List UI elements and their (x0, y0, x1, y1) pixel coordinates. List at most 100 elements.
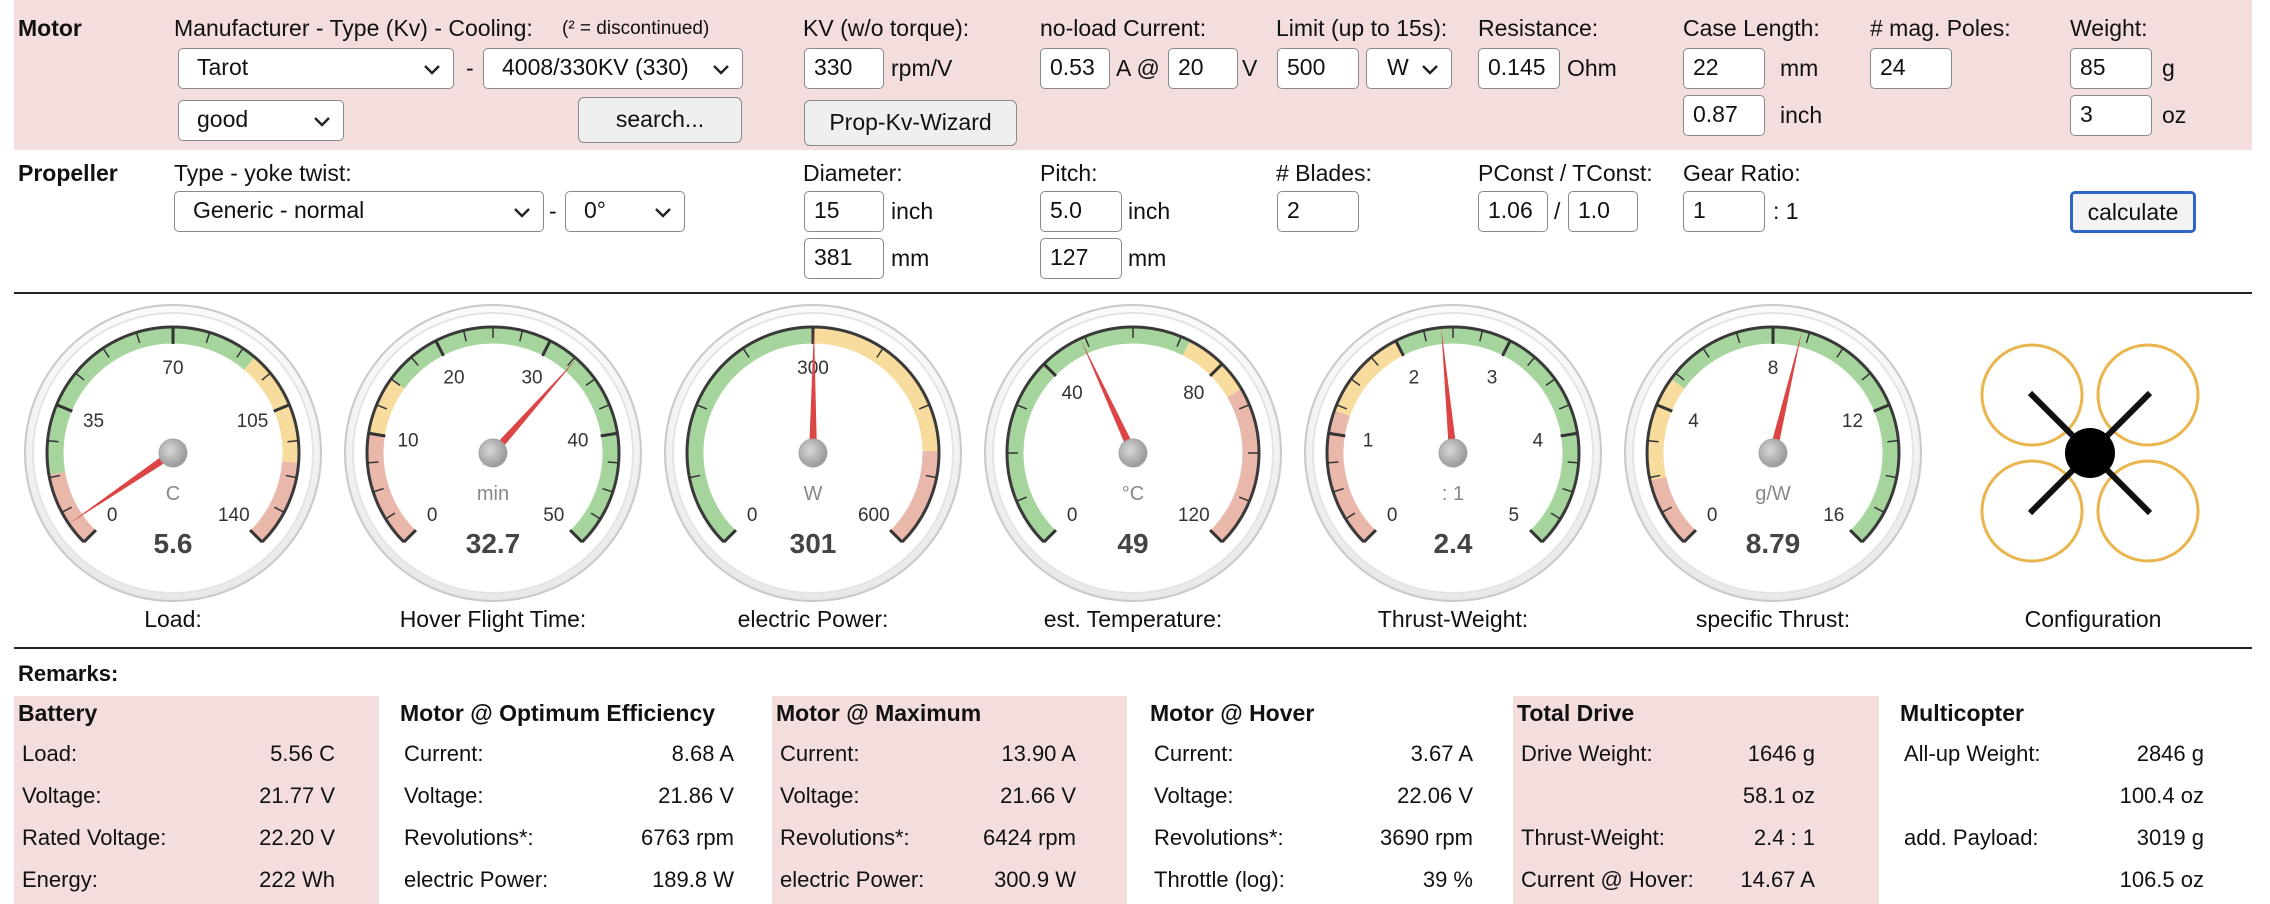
remarks-multicopter-title: Multicopter (1900, 700, 2024, 726)
gauge-tick-label: 120 (1178, 505, 1210, 526)
gauge-minor-tick (607, 461, 619, 464)
gauge-label-hover-flight-time: Hover Flight Time: (399, 606, 587, 632)
gauge-tick-label: 80 (1183, 383, 1204, 404)
gauge-minor-tick (1327, 461, 1339, 464)
gauge-5: 0 4 8 12 16 g/W 8.79 (1624, 304, 1922, 602)
chevron-down-icon (1422, 65, 1438, 75)
diameter-mm-unit: mm (891, 245, 930, 271)
case-length-mm-input[interactable]: 22 (1683, 48, 1765, 89)
mag-poles-input[interactable]: 24 (1870, 48, 1952, 89)
quadcopter-x-icon[interactable] (1980, 343, 2200, 563)
gauge-tick-label: 50 (543, 505, 564, 526)
gauge-unit: : 1 (1442, 483, 1464, 505)
gauge-value: 2.4 (1434, 528, 1473, 559)
limit-label: Limit (up to 15s): (1276, 15, 1448, 41)
kv-input[interactable]: 330 (804, 48, 884, 89)
cooling-select[interactable]: good (178, 100, 344, 141)
manufacturer-select[interactable]: Tarot (178, 48, 454, 89)
gauge-minor-tick (1567, 461, 1579, 464)
remarks-row-value: 13.90 A (1001, 741, 1076, 766)
gauge-tick-label: 1 (1363, 431, 1374, 452)
prop-type-separator: - (549, 198, 557, 224)
remarks-row-value: 3019 g (2136, 825, 2204, 850)
remarks-row-value: 189.8 W (652, 867, 734, 892)
gauge-unit: g/W (1755, 483, 1791, 505)
gauge-label-electric-power: electric Power: (737, 606, 889, 632)
remarks-row-value: 21.77 V (259, 783, 335, 808)
remarks-row-value: 5.56 C (270, 741, 335, 766)
pconst-input[interactable]: 1.06 (1478, 191, 1548, 232)
remarks-row-key: Current: (1154, 741, 1234, 766)
tconst-input[interactable]: 1.0 (1568, 191, 1638, 232)
motor-section-label: Motor (18, 15, 82, 41)
gauge-unit: W (804, 483, 823, 505)
gauge-hub (1118, 438, 1148, 468)
frame-center (2065, 428, 2115, 478)
gauge-label-thrust-weight: Thrust-Weight: (1377, 606, 1529, 632)
yoke-twist-select[interactable]: 0° (565, 191, 685, 232)
diameter-inch-unit: inch (891, 198, 934, 224)
gauge-tick-label: 30 (521, 367, 542, 388)
gauge-tick-label: 3 (1487, 367, 1498, 388)
gauge-tick-label: 0 (1067, 505, 1078, 526)
weight-oz-input[interactable]: 3 (2070, 95, 2152, 136)
remarks-hover-title: Motor @ Hover (1150, 700, 1315, 726)
remarks-row-value: 222 Wh (259, 867, 335, 892)
gauge-2: 0300600W301 (664, 304, 962, 602)
gauge-value: 301 (790, 528, 837, 559)
configuration-label: Configuration (2024, 606, 2162, 632)
chevron-down-icon (514, 208, 530, 218)
remarks-label: Remarks: (18, 661, 119, 686)
noload-current-input[interactable]: 0.53 (1040, 48, 1110, 89)
resistance-input[interactable]: 0.145 (1478, 48, 1560, 89)
limit-unit-select[interactable]: W (1366, 48, 1452, 89)
weight-label: Weight: (2070, 15, 2148, 41)
pitch-inch-input[interactable]: 5.0 (1040, 191, 1122, 232)
remarks-row-key: electric Power: (404, 867, 549, 892)
divider-bottom (14, 647, 2252, 649)
pitch-label: Pitch: (1040, 160, 1098, 186)
gauge-tick-label: 0 (1387, 505, 1398, 526)
diameter-mm-input[interactable]: 381 (804, 238, 884, 279)
noload-voltage-unit: V (1242, 55, 1258, 81)
gauge-tick-label: 16 (1823, 505, 1844, 526)
gauge-tick-label: 35 (83, 411, 104, 432)
motor-type-select[interactable]: 4008/330KV (330) (483, 48, 743, 89)
gear-ratio-label: Gear Ratio: (1683, 160, 1801, 186)
gauge-unit: °C (1122, 483, 1144, 505)
diameter-inch-input[interactable]: 15 (804, 191, 884, 232)
case-length-inch-input[interactable]: 0.87 (1683, 95, 1765, 136)
remarks-row-key: Throttle (log): (1154, 867, 1285, 892)
gauge-value: 49 (1117, 528, 1148, 559)
gear-ratio-input[interactable]: 1 (1683, 191, 1765, 232)
remarks-row-key: Voltage: (780, 783, 860, 808)
limit-input[interactable]: 500 (1277, 48, 1359, 89)
pitch-mm-input[interactable]: 127 (1040, 238, 1122, 279)
remarks-row-value: 106.5 oz (2119, 867, 2204, 892)
remarks-row-value: 14.67 A (1740, 867, 1815, 892)
gauge-label-specific-thrust: specific Thrust: (1695, 606, 1851, 632)
noload-current-label: no-load Current: (1040, 15, 1207, 41)
gauge-panel: 03570105140C5.601020304050min32.70300600… (24, 304, 2200, 602)
gauge-unit: C (166, 483, 180, 505)
remarks-row-value: 58.1 oz (1742, 783, 1815, 808)
gauge-1: 0 10 20 30 40 50 min 32.7 (344, 304, 642, 602)
remarks-row-value: 6424 rpm (983, 825, 1076, 850)
calculate-button[interactable]: calculate (2070, 191, 2196, 233)
gauge-value: 32.7 (466, 528, 521, 559)
noload-voltage-input[interactable]: 20 (1168, 48, 1238, 89)
blades-input[interactable]: 2 (1277, 191, 1359, 232)
pconst-tconst-separator: / (1554, 198, 1561, 224)
gauge-tick-label: 4 (1533, 431, 1544, 452)
remarks-row-value: 8.68 A (671, 741, 734, 766)
prop-kv-wizard-button[interactable]: Prop-Kv-Wizard (804, 100, 1017, 146)
weight-g-input[interactable]: 85 (2070, 48, 2152, 89)
search-button[interactable]: search... (578, 97, 742, 143)
remarks-row-value: 6763 rpm (641, 825, 734, 850)
gauge-tick-label: 0 (427, 505, 438, 526)
remarks-row-value: 3.67 A (1410, 741, 1473, 766)
weight-g-unit: g (2162, 55, 2175, 81)
remarks-row-value: 21.66 V (1000, 783, 1076, 808)
manufacturer-type-separator: - (466, 55, 474, 81)
prop-type-select[interactable]: Generic - normal (174, 191, 544, 232)
